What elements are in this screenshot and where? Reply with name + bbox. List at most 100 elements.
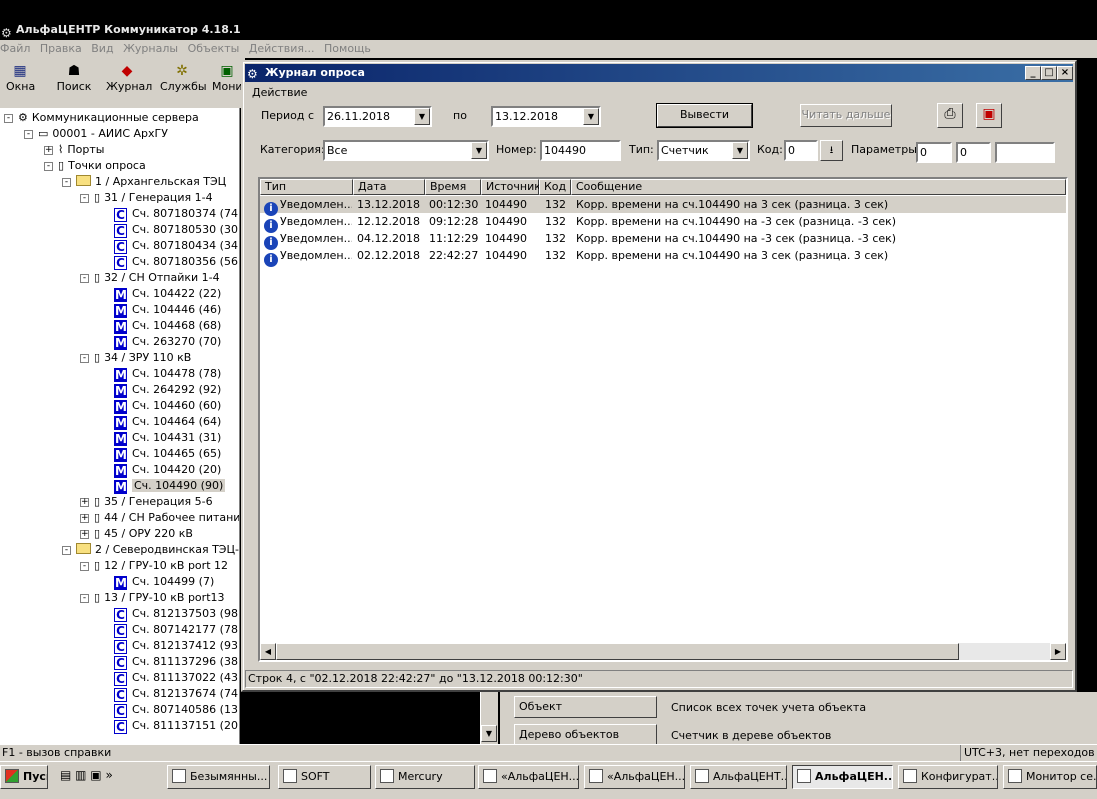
tree-item[interactable]: M Сч. 104464 (64) xyxy=(114,414,221,430)
tree-item[interactable]: C Сч. 811137296 (38) xyxy=(114,654,239,670)
tree-item[interactable]: ▯ 12 / ГРУ-10 кВ port 12 xyxy=(94,558,228,574)
taskbar-task[interactable]: АльфаЦЕНТ... xyxy=(690,765,787,789)
taskbar-task[interactable]: Монитор се... xyxy=(1003,765,1097,789)
tree-item[interactable]: M Сч. 104422 (22) xyxy=(114,286,221,302)
chevron-down-icon[interactable]: ▼ xyxy=(732,142,748,159)
dialog-menu-action[interactable]: Действие xyxy=(252,85,307,101)
tree-item[interactable]: C Сч. 807180374 (74) xyxy=(114,206,239,222)
tree-item[interactable]: ▯ 13 / ГРУ-10 кВ port13 xyxy=(94,590,225,606)
chevron-down-icon[interactable]: ▼ xyxy=(583,108,599,125)
close-icon[interactable]: × xyxy=(1057,66,1073,80)
tree-item[interactable]: M Сч. 263270 (70) xyxy=(114,334,221,350)
chevron-down-icon[interactable]: ▼ xyxy=(414,108,430,125)
output-button[interactable]: Вывести xyxy=(656,103,753,128)
parameter-3-input[interactable] xyxy=(995,142,1055,163)
menu-help[interactable]: Помощь xyxy=(324,42,371,55)
collapse-icon[interactable]: - xyxy=(80,594,89,603)
table-row[interactable]: i Уведомлен... 04.12.2018 11:12:29 104490 132… xyxy=(260,230,1066,250)
tree-item[interactable]: C Сч. 807140586 (13) xyxy=(114,702,239,718)
tree-item[interactable]: M Сч. 104420 (20) xyxy=(114,462,221,478)
taskbar-task[interactable]: Конфигурат... xyxy=(898,765,998,789)
object-tree[interactable]: - ⚙ Коммуникационные сервера - ▭ 00001 - АИИС… xyxy=(0,108,240,744)
menu-actions[interactable]: Действия... xyxy=(249,42,315,55)
tree-item[interactable]: C Сч. 812137674 (74) xyxy=(114,686,239,702)
maximize-icon[interactable]: □ xyxy=(1041,66,1057,80)
tree-item[interactable]: M Сч. 104478 (78) xyxy=(114,366,221,382)
column-header-source[interactable]: Источник xyxy=(481,179,541,195)
tree-item[interactable]: 1 / Архангельская ТЭЦ xyxy=(76,174,226,190)
scroll-down-icon[interactable]: ▼ xyxy=(481,725,497,742)
number-input[interactable]: 104490 xyxy=(540,140,621,161)
tree-item[interactable]: ⚙ Коммуникационные сервера xyxy=(18,110,199,126)
tree-item[interactable]: ⌇ Порты xyxy=(58,142,104,158)
scroll-left-icon[interactable]: ◀ xyxy=(260,643,276,660)
column-header-date[interactable]: Дата xyxy=(353,179,425,195)
code-input[interactable]: 0 xyxy=(784,140,818,161)
menu-file[interactable]: Файл xyxy=(0,42,30,55)
tree-item[interactable]: M Сч. 264292 (92) xyxy=(114,382,221,398)
table-row[interactable]: i Уведомлен... 02.12.2018 22:42:27 104490 132… xyxy=(260,247,1066,267)
tree-item[interactable]: ▯ 45 / ОРУ 220 кВ xyxy=(94,526,193,542)
quick-launch-icons[interactable]: ▤ ▥ ▣ » xyxy=(60,768,113,782)
tree-item[interactable]: ▯ 32 / СН Отпайки 1-4 xyxy=(94,270,220,286)
tree-item[interactable]: ▯ Точки опроса xyxy=(58,158,146,174)
print-icon[interactable]: ⎙ xyxy=(937,103,963,128)
expand-icon[interactable]: + xyxy=(80,530,89,539)
column-header-type[interactable]: Тип xyxy=(260,179,353,195)
table-horizontal-scrollbar[interactable]: ◀ ▶ xyxy=(260,643,1066,660)
column-header-time[interactable]: Время xyxy=(425,179,481,195)
taskbar-task[interactable]: Безымянны... xyxy=(167,765,270,789)
expand-icon[interactable]: + xyxy=(44,146,53,155)
tree-item[interactable]: C Сч. 807142177 (78) xyxy=(114,622,239,638)
scroll-thumb[interactable] xyxy=(276,643,959,660)
category-select[interactable]: Все ▼ xyxy=(323,140,489,161)
tree-item[interactable]: C Сч. 811137151 (20) xyxy=(114,718,239,734)
tree-item[interactable]: M Сч. 104465 (65) xyxy=(114,446,221,462)
table-row[interactable]: i Уведомлен... 12.12.2018 09:12:28 104490 132… xyxy=(260,213,1066,233)
toolbar-monitor-button[interactable]: ▣ Мони xyxy=(212,62,242,93)
column-header-code[interactable]: Код xyxy=(539,179,571,195)
collapse-icon[interactable]: - xyxy=(62,546,71,555)
tree-item[interactable]: C Сч. 807180434 (34) xyxy=(114,238,239,254)
read-more-button[interactable]: Читать дальше xyxy=(800,104,892,127)
tree-item[interactable]: C Сч. 812137412 (93) xyxy=(114,638,239,654)
menu-journals[interactable]: Журналы xyxy=(123,42,178,55)
tree-item[interactable]: M Сч. 104499 (7) xyxy=(114,574,214,590)
start-button[interactable]: Пуск xyxy=(0,765,48,789)
tree-item[interactable]: ▯ 44 / СН Рабочее питание xyxy=(94,510,239,526)
scroll-right-icon[interactable]: ▶ xyxy=(1050,643,1066,660)
collapse-icon[interactable]: - xyxy=(80,562,89,571)
collapse-icon[interactable]: - xyxy=(80,354,89,363)
object-tree-button[interactable]: Дерево объектов xyxy=(514,724,657,746)
taskbar-task[interactable]: «АльфаЦЕН... xyxy=(478,765,579,789)
menu-edit[interactable]: Правка xyxy=(40,42,82,55)
tree-item[interactable]: M Сч. 104490 (90) xyxy=(114,478,226,494)
parameter-1-input[interactable]: 0 xyxy=(916,142,952,163)
tree-item[interactable]: C Сч. 812137503 (98) xyxy=(114,606,239,622)
tree-item[interactable]: ▭ 00001 - АИИС АрхГУ xyxy=(38,126,168,142)
date-to-picker[interactable]: 13.12.2018 ▼ xyxy=(491,106,601,127)
parameter-2-input[interactable]: 0 xyxy=(956,142,991,163)
collapse-icon[interactable]: - xyxy=(4,114,13,123)
collapse-icon[interactable]: - xyxy=(80,194,89,203)
column-header-message[interactable]: Сообщение xyxy=(571,179,1066,195)
expand-icon[interactable]: + xyxy=(80,514,89,523)
tree-item[interactable]: M Сч. 104431 (31) xyxy=(114,430,221,446)
expand-icon[interactable]: + xyxy=(80,498,89,507)
tree-scrollbar[interactable]: ▼ xyxy=(480,692,498,744)
main-window-title-bar[interactable]: ⚙ АльфаЦЕНТР Коммуникатор 4.18.1 xyxy=(0,20,1097,40)
collapse-icon[interactable]: - xyxy=(24,130,33,139)
taskbar-task[interactable]: Mercury xyxy=(375,765,475,789)
tree-item[interactable]: C Сч. 811137022 (43) xyxy=(114,670,239,686)
tree-item[interactable]: ▯ 35 / Генерация 5-6 xyxy=(94,494,213,510)
menu-objects[interactable]: Объекты xyxy=(188,42,240,55)
toolbar-windows-button[interactable]: ▦ Окна xyxy=(6,62,35,93)
collapse-icon[interactable]: - xyxy=(62,178,71,187)
tree-item[interactable]: ▯ 34 / ЗРУ 110 кВ xyxy=(94,350,191,366)
collapse-icon[interactable]: - xyxy=(80,274,89,283)
toolbar-journal-button[interactable]: ◆ Журнал xyxy=(106,62,152,93)
toolbar-services-button[interactable]: ✲ Службы xyxy=(160,62,207,93)
code-lookup-icon[interactable]: ⭳ xyxy=(820,140,843,161)
minimize-icon[interactable]: _ xyxy=(1025,66,1041,80)
tree-item[interactable]: C Сч. 807180356 (56) xyxy=(114,254,239,270)
